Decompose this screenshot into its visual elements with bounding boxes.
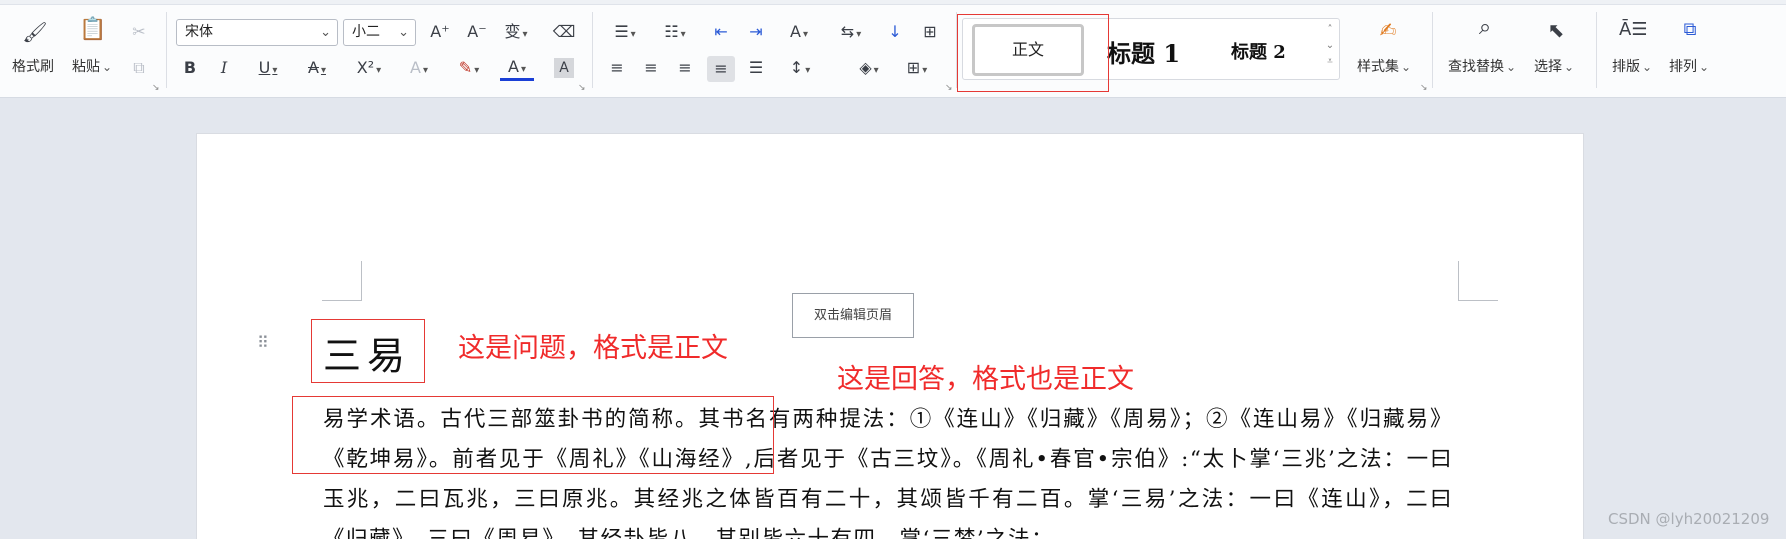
chevron-down-icon: ⌄ [398, 25, 409, 40]
format-painter-button[interactable]: 格式刷 [12, 58, 54, 76]
distribute-icon[interactable]: ☰ [744, 58, 768, 78]
show-marks-icon[interactable]: ⊞ [918, 22, 942, 42]
document-page[interactable]: 双击编辑页眉 ⠿ 三易 易学术语。古代三部筮卦书的简称。其书名有两种提法：①《连… [196, 133, 1584, 539]
highlight-icon[interactable]: ✎ [452, 58, 486, 81]
clear-format-icon[interactable]: ⌫ [552, 22, 576, 42]
numbered-list-icon[interactable]: ☷ [658, 22, 692, 45]
select-button[interactable]: 选择 [1534, 58, 1574, 76]
ribbon-toolbar: 🖌 格式刷 📋 粘贴 ✂ ⧉ ↘ 宋体 ⌄ 小二 ⌄ A⁺ A⁻ 变 ⌫ B I… [0, 0, 1786, 98]
italic-button[interactable]: I [214, 58, 234, 78]
styles-dialog-launcher-icon[interactable]: ↘ [1420, 83, 1428, 93]
bold-button[interactable]: B [180, 58, 200, 78]
group-separator [592, 12, 593, 88]
cut-icon[interactable]: ✂ [127, 22, 151, 42]
arrange-icon[interactable]: ⧉ [1676, 20, 1704, 40]
border-icon[interactable]: ⊞ [900, 58, 934, 81]
ribbon-top-strip [0, 0, 1786, 5]
align-center-icon[interactable]: ≡ [640, 58, 662, 78]
question-annotation: 这是问题，格式是正文 [458, 333, 728, 364]
paragraph-shading-icon[interactable]: ◈ [852, 58, 886, 81]
style-set-button[interactable]: 样式集 [1357, 58, 1411, 76]
font-size-select[interactable]: 小二 ⌄ [343, 19, 416, 46]
strikethrough-icon[interactable]: A [300, 58, 334, 81]
csdn-watermark: CSDN @lyh20021209 [1608, 510, 1770, 528]
search-icon[interactable]: ⌕ [1470, 17, 1500, 39]
sort-icon[interactable]: ↓ [884, 22, 906, 42]
decrease-indent-icon[interactable]: ⇤ [710, 22, 732, 42]
style-heading-2[interactable]: 标题 2 [1231, 38, 1286, 64]
align-right-icon[interactable]: ≡ [674, 58, 696, 78]
arrange-button[interactable]: 排列 [1669, 58, 1709, 76]
font-size-value: 小二 [352, 24, 380, 40]
phonetic-guide-icon[interactable]: 变 [500, 22, 532, 45]
chevron-down-icon: ⌄ [320, 25, 331, 40]
margin-corner-mark [1458, 261, 1498, 301]
find-replace-button[interactable]: 查找替换 [1448, 58, 1516, 76]
copy-icon[interactable]: ⧉ [127, 58, 151, 78]
header-edit-tip[interactable]: 双击编辑页眉 [792, 293, 914, 338]
style-set-icon[interactable]: ✍ [1373, 20, 1403, 40]
question-highlight-box [311, 319, 425, 383]
text-direction-icon[interactable]: A [782, 22, 816, 45]
font-name-select[interactable]: 宋体 ⌄ [176, 19, 338, 46]
clipboard-dialog-launcher-icon[interactable]: ↘ [152, 83, 160, 93]
superscript-button[interactable]: X² [350, 58, 388, 81]
answer-annotation: 这是回答，格式也是正文 [837, 364, 1134, 395]
bidi-direction-icon[interactable]: ⇆ [834, 22, 868, 45]
style-heading-1[interactable]: 标题 1 [1107, 34, 1180, 69]
paste-icon[interactable]: 📋 [78, 19, 108, 41]
line-spacing-icon[interactable]: ↕ [782, 58, 818, 81]
margin-corner-mark [322, 261, 362, 301]
font-name-value: 宋体 [185, 24, 213, 40]
layout-button[interactable]: 排版 [1612, 58, 1652, 76]
text-effect-icon[interactable]: A [402, 58, 436, 81]
format-painter-icon[interactable]: 🖌 [20, 22, 50, 42]
grow-font-icon[interactable]: A⁺ [429, 22, 451, 42]
drag-handle-icon[interactable]: ⠿ [257, 335, 269, 351]
paste-button[interactable]: 粘贴 [72, 58, 112, 76]
layout-icon[interactable]: Ā☰ [1619, 20, 1647, 40]
cursor-select-icon[interactable]: ⬉ [1542, 20, 1570, 40]
shrink-font-icon[interactable]: A⁻ [466, 22, 488, 42]
paragraph-dialog-launcher-icon[interactable]: ↘ [945, 83, 953, 93]
character-shading-icon[interactable]: A [554, 58, 574, 78]
font-color-icon[interactable]: A [500, 58, 534, 81]
group-separator [1596, 12, 1597, 88]
bullet-list-icon[interactable]: ☰ [608, 22, 642, 45]
justify-icon[interactable]: ≡ [707, 56, 735, 82]
font-dialog-launcher-icon[interactable]: ↘ [578, 83, 586, 93]
increase-indent-icon[interactable]: ⇥ [745, 22, 767, 42]
group-separator [166, 12, 167, 88]
answer-highlight-box [292, 396, 774, 474]
align-left-icon[interactable]: ≡ [606, 58, 628, 78]
styles-scroll-arrows-icon[interactable]: ˄ ⌄ ⩡ [1324, 22, 1336, 70]
underline-button[interactable]: U [252, 58, 284, 81]
normal-style-highlight-box [957, 14, 1109, 92]
group-separator [1432, 12, 1433, 88]
